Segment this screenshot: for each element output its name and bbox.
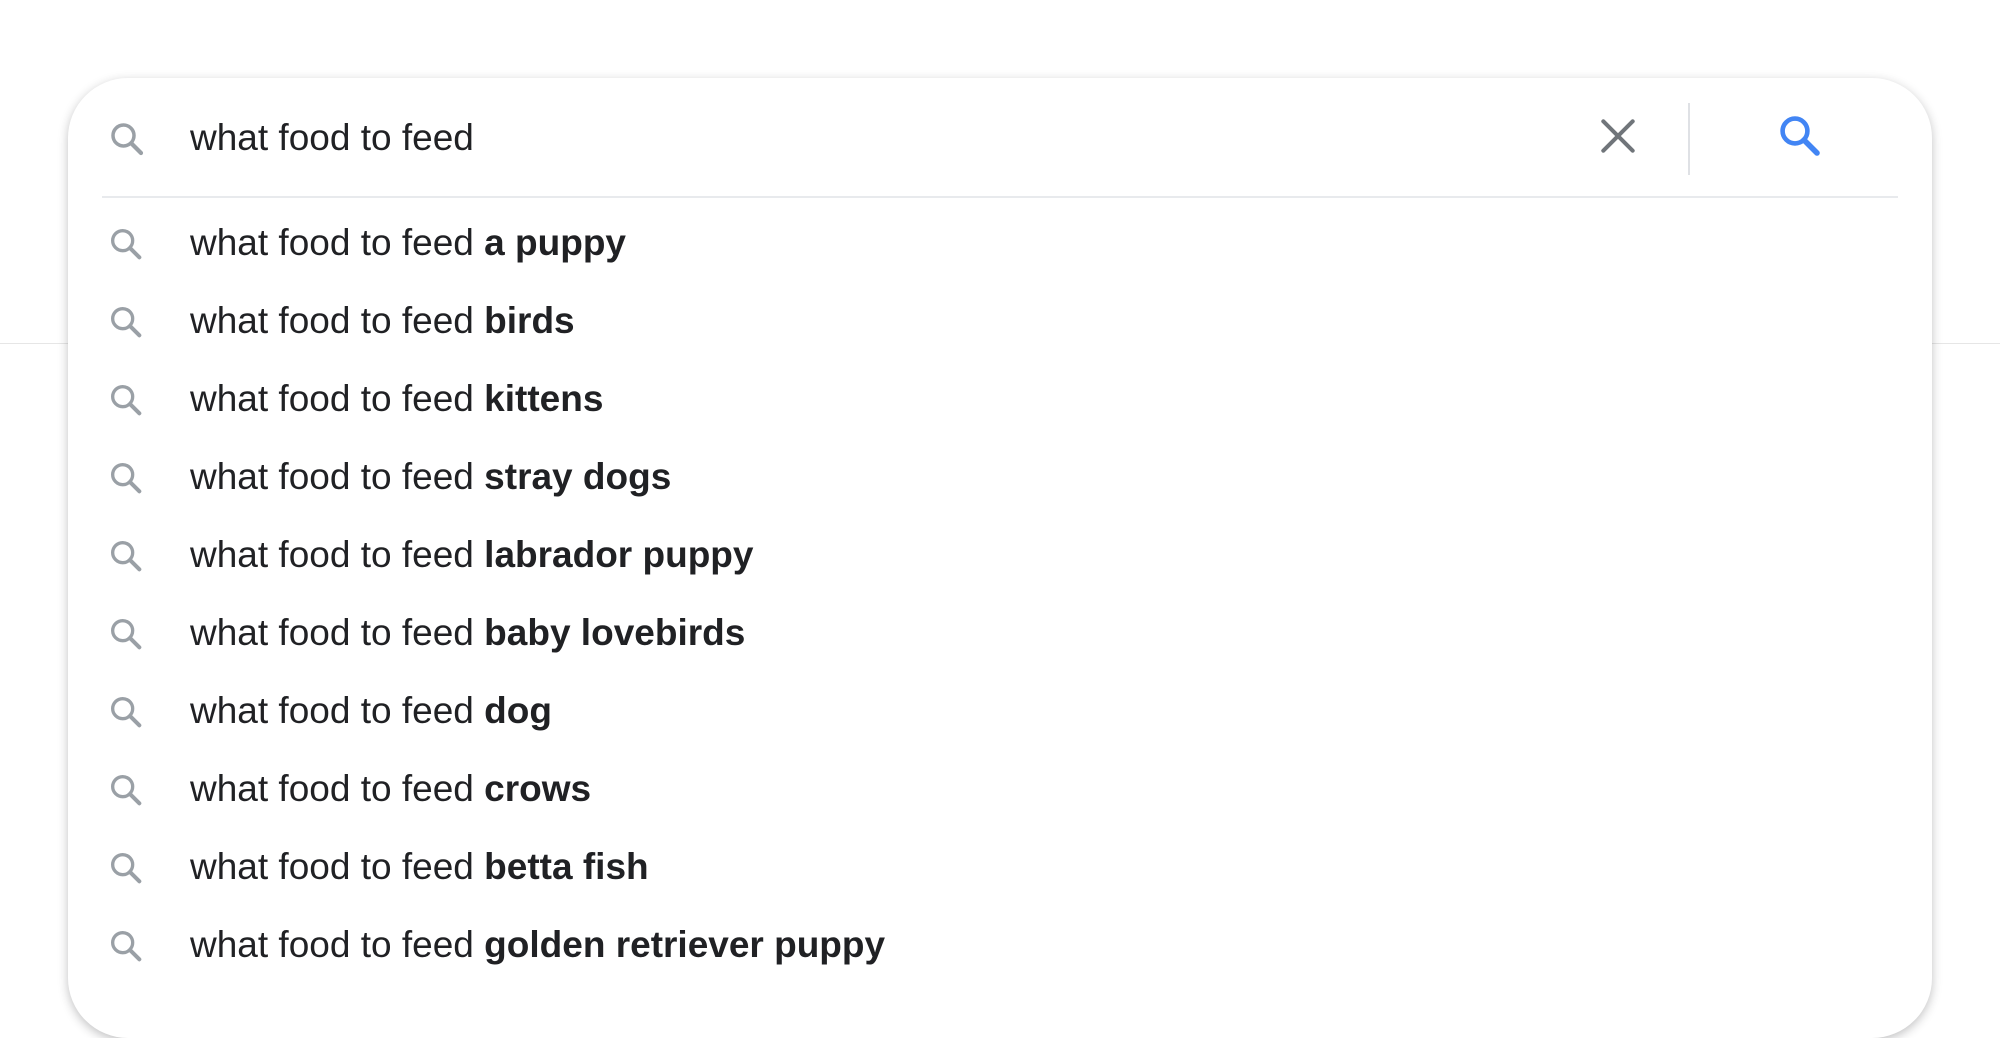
suggestion-prefix: what food to feed: [190, 768, 474, 809]
search-icon: [106, 380, 146, 420]
suggestion-text: what food to feed labrador puppy: [190, 533, 753, 577]
search-autocomplete-box: what food to feed a puppy what food to f…: [68, 78, 1932, 1038]
suggestion-text: what food to feed golden retriever puppy: [190, 923, 885, 967]
suggestion-prefix: what food to feed: [190, 456, 474, 497]
suggestion-item[interactable]: what food to feed betta fish: [68, 829, 1932, 907]
suggestion-completion: stray dogs: [484, 456, 672, 497]
suggestion-item[interactable]: what food to feed baby lovebirds: [68, 595, 1932, 673]
suggestion-text: what food to feed birds: [190, 299, 575, 343]
suggestion-prefix: what food to feed: [190, 846, 474, 887]
search-icon: [106, 302, 146, 342]
close-icon: [1596, 114, 1640, 163]
suggestion-item[interactable]: what food to feed kittens: [68, 361, 1932, 439]
search-icon: [106, 614, 146, 654]
search-icon: [106, 692, 146, 732]
search-icon: [1776, 112, 1824, 165]
suggestion-prefix: what food to feed: [190, 300, 474, 341]
suggestion-completion: a puppy: [484, 222, 627, 263]
suggestion-completion: crows: [484, 768, 592, 809]
suggestion-prefix: what food to feed: [190, 612, 474, 653]
search-bar: [68, 78, 1932, 196]
suggestion-item[interactable]: what food to feed golden retriever puppy: [68, 907, 1932, 985]
suggestion-item[interactable]: what food to feed crows: [68, 751, 1932, 829]
search-input[interactable]: [190, 106, 1490, 170]
suggestion-completion: birds: [484, 300, 575, 341]
suggestions-divider: [102, 196, 1898, 198]
suggestion-prefix: what food to feed: [190, 690, 474, 731]
suggestion-completion: labrador puppy: [484, 534, 754, 575]
suggestion-text: what food to feed stray dogs: [190, 455, 671, 499]
suggestion-prefix: what food to feed: [190, 222, 474, 263]
suggestion-text: what food to feed a puppy: [190, 221, 626, 265]
suggestion-item[interactable]: what food to feed labrador puppy: [68, 517, 1932, 595]
suggestion-prefix: what food to feed: [190, 378, 474, 419]
suggestion-item[interactable]: what food to feed birds: [68, 283, 1932, 361]
suggestion-completion: golden retriever puppy: [484, 924, 886, 965]
suggestion-text: what food to feed betta fish: [190, 845, 649, 889]
suggestion-text: what food to feed kittens: [190, 377, 603, 421]
suggestion-completion: kittens: [484, 378, 604, 419]
button-divider: [1688, 103, 1690, 175]
suggestion-completion: dog: [484, 690, 552, 731]
search-icon: [106, 536, 146, 576]
clear-search-button[interactable]: [1588, 108, 1648, 168]
suggestion-list: what food to feed a puppy what food to f…: [68, 205, 1932, 985]
suggestion-completion: betta fish: [484, 846, 649, 887]
suggestion-item[interactable]: what food to feed a puppy: [68, 205, 1932, 283]
search-submit-button[interactable]: [1768, 106, 1832, 170]
suggestion-item[interactable]: what food to feed stray dogs: [68, 439, 1932, 517]
search-icon: [106, 118, 148, 160]
suggestion-text: what food to feed baby lovebirds: [190, 611, 745, 655]
suggestion-prefix: what food to feed: [190, 534, 474, 575]
search-icon: [106, 224, 146, 264]
search-icon: [106, 848, 146, 888]
suggestion-text: what food to feed dog: [190, 689, 552, 733]
search-icon: [106, 926, 146, 966]
suggestion-text: what food to feed crows: [190, 767, 591, 811]
search-icon: [106, 458, 146, 498]
suggestion-completion: baby lovebirds: [484, 612, 746, 653]
suggestion-prefix: what food to feed: [190, 924, 474, 965]
suggestion-item[interactable]: what food to feed dog: [68, 673, 1932, 751]
search-icon: [106, 770, 146, 810]
